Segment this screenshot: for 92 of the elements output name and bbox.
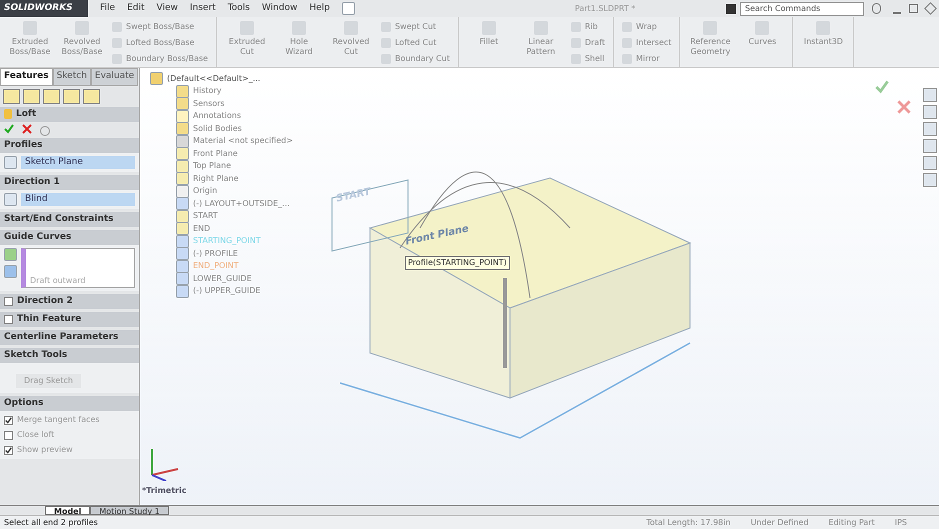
tree-item[interactable]: Origin [193,185,218,198]
section-header[interactable]: Thin Feature [0,312,139,327]
tree-root[interactable]: (Default<<Default>_... [167,72,260,84]
tree-item[interactable]: Sensors [193,98,225,110]
ok-icon[interactable] [4,124,14,134]
minimize-icon[interactable] [893,12,901,14]
toolbar-button[interactable]: Swept Cut [380,21,450,33]
toolbar-button[interactable]: Lofted Boss/Base [112,37,208,49]
window-title: Part1.SLDPRT * [574,2,636,14]
view-label: *Trimetric [142,485,186,497]
tree-item[interactable]: END_POINT [193,260,239,272]
menu-item[interactable]: Help [309,2,330,16]
toolbar-button[interactable]: Intersect [622,37,672,49]
menu-item[interactable]: View [156,2,178,16]
toolbar-button[interactable]: Hole Wizard [276,21,321,57]
tree-item[interactable]: Solid Bodies [193,122,242,135]
toolbar-button[interactable]: Reference Geometry [688,21,732,57]
toolbar-button[interactable]: Extruded Cut [224,21,269,57]
tree-item[interactable]: Front Plane [193,148,238,160]
tree-item[interactable]: (-) PROFILE [193,248,238,260]
toolbar-button[interactable]: Revolved Cut [328,21,373,57]
menu-item[interactable]: Window [262,2,298,16]
checkbox[interactable] [4,430,13,440]
tree-item[interactable]: History [193,85,222,98]
toolbar-button[interactable]: Instant3D [801,21,846,47]
dropdown-field[interactable]: Blind [21,193,135,206]
toolbar-button[interactable]: Fillet [466,21,511,47]
note-text: Draft outward [30,275,86,287]
toolbar-button[interactable]: Swept Boss/Base [112,21,208,33]
status-field: Under Defined [750,516,809,528]
tree-item[interactable]: Right Plane [193,172,239,185]
option-label: Close loft [17,429,54,441]
checkbox[interactable] [4,446,13,454]
toolbar-button[interactable]: Boundary Cut [380,53,450,65]
toolbar-button[interactable]: Extruded Boss/Base [8,21,52,57]
tab[interactable]: Model [45,506,90,515]
tree-item[interactable]: (-) UPPER_GUIDE [193,285,260,298]
selection-list[interactable]: Draft outward [21,248,135,288]
search-field[interactable]: Search Commands [740,2,864,16]
drag-sketch-button[interactable]: Drag Sketch [16,374,81,388]
toolbar-button[interactable]: Lofted Cut [380,37,450,49]
tree-item[interactable]: Annotations [193,110,242,122]
checkbox[interactable] [4,315,13,324]
section-header[interactable]: Sketch Tools [0,348,139,363]
menu-item[interactable]: Edit [127,2,144,16]
toolbar-button[interactable]: Mirror [622,53,672,65]
tooltip: Profile(STARTING_POINT) [405,256,510,270]
cancel-icon[interactable] [22,124,32,134]
tab[interactable]: Features [0,68,53,86]
section-header[interactable]: Profiles [0,138,139,153]
menu-item[interactable]: Insert [190,2,216,16]
status-message: Select all end 2 profiles [3,516,99,528]
tree-item[interactable]: (-) LAYOUT+OUTSIDE_... [193,198,290,210]
confirm-icon[interactable] [875,80,889,94]
toolbar-button[interactable]: Rib [570,21,606,33]
section-header[interactable]: Guide Curves [0,230,139,245]
section-header[interactable]: Direction 2 [0,294,139,309]
toolbar-button[interactable]: Boundary Boss/Base [112,53,208,65]
option-label: Merge tangent faces [17,414,100,426]
checkbox[interactable] [4,416,13,424]
tree-item[interactable]: END [193,222,210,235]
toolbar-button[interactable]: Wrap [622,21,672,33]
plane-label: START [334,185,372,206]
menu-item[interactable]: Tools [228,2,250,16]
checkbox[interactable] [4,297,13,306]
section-header[interactable]: Direction 1 [0,175,139,190]
tree-item[interactable]: Top Plane [193,160,231,172]
status-field: Editing Part [828,516,875,528]
status-field: Total Length: 17.98in [646,516,731,528]
panel-title: Loft [0,106,139,122]
restore-icon[interactable] [909,4,918,13]
section-header[interactable]: Options [0,396,139,411]
toolbar-button[interactable]: Shell [570,53,606,65]
toolbar-button[interactable]: Curves [740,21,784,47]
tree-item[interactable]: Material <not specified> [193,135,293,148]
cancel-icon[interactable] [897,100,911,114]
tab[interactable]: Motion Study 1 [90,506,169,515]
section-header[interactable]: Centerline Parameters [0,330,139,345]
dropdown-field[interactable]: Sketch Plane [21,156,135,169]
tab[interactable]: Evaluate [90,68,138,86]
tree-item[interactable]: START [193,210,218,222]
toolbar-button[interactable]: Linear Pattern [518,21,563,57]
tree-item[interactable]: LOWER_GUIDE [193,272,252,285]
plane-label: Front Plane [404,222,470,250]
app-logo: SOLIDWORKS [0,0,88,17]
option-label: Show preview [17,444,73,456]
toolbar-button[interactable]: Revolved Boss/Base [60,21,104,57]
status-field: IPS [894,516,907,528]
menu-item[interactable]: File [100,2,116,16]
section-header[interactable]: Start/End Constraints [0,212,139,227]
toolbar-button[interactable]: Draft [570,37,606,49]
tab[interactable]: Sketch [52,68,91,86]
